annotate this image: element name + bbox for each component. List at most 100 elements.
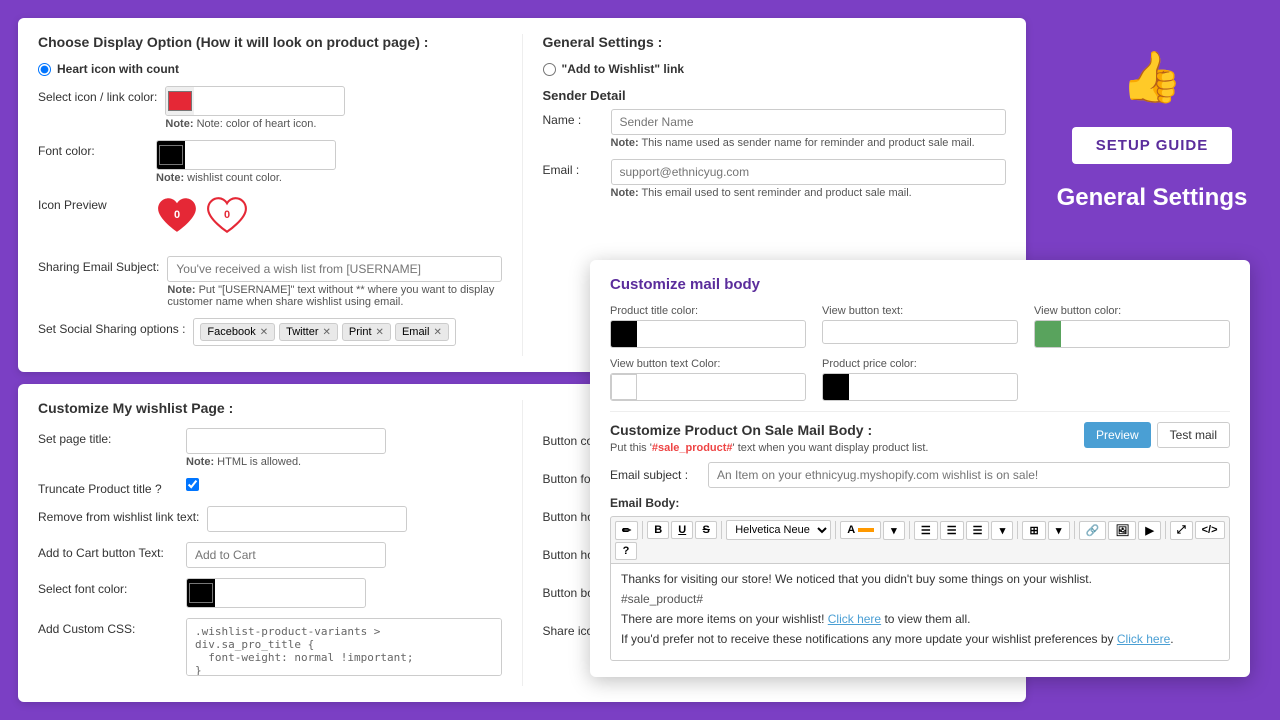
add-cart-label: Add to Cart button Text: <box>38 542 178 560</box>
view-button-text-color-label: View button text Color: <box>610 358 806 370</box>
toolbar-eraser-btn[interactable]: ✏ <box>615 521 638 540</box>
toolbar-align-arrow[interactable]: ▾ <box>991 521 1013 540</box>
toolbar-strikethrough-btn[interactable]: S <box>695 521 717 539</box>
color-fields-row-2: View button text Color: #ffffff Product … <box>610 358 1230 401</box>
view-button-text-input[interactable]: view <box>822 320 1018 344</box>
select-font-color-label: Select font color: <box>38 578 178 596</box>
toolbar-bold-btn[interactable]: B <box>647 521 669 539</box>
product-title-color-text[interactable]: #000000 <box>637 323 805 345</box>
tag-print[interactable]: Print ✕ <box>342 323 391 341</box>
icon-color-input[interactable]: #e52836 <box>165 86 345 116</box>
overlay-title: Customize mail body <box>610 276 1230 293</box>
truncate-row: Truncate Product title ? <box>38 478 502 496</box>
sender-name-row: Name : Note: This name used as sender na… <box>543 109 1007 149</box>
view-button-text-color-input[interactable]: #ffffff <box>610 373 806 401</box>
tag-twitter[interactable]: Twitter ✕ <box>279 323 338 341</box>
toolbar-sep-6 <box>1074 521 1075 539</box>
editor-body[interactable]: Thanks for visiting our store! We notice… <box>610 563 1230 661</box>
toolbar-help-btn[interactable]: ? <box>615 542 637 560</box>
toolbar-list-ol-btn[interactable]: ☰ <box>940 521 964 540</box>
product-title-color-label: Product title color: <box>610 305 806 317</box>
customize-mail-overlay: Customize mail body Product title color:… <box>590 260 1250 677</box>
setup-guide-button[interactable]: SETUP GUIDE <box>1072 127 1232 164</box>
remove-link-input[interactable]: Remove from Wishlist <box>207 506 407 532</box>
add-to-wishlist-radio[interactable] <box>543 63 556 76</box>
truncate-checkbox[interactable] <box>186 478 199 491</box>
editor-line-4: If you'd prefer not to receive these not… <box>621 632 1219 646</box>
email-subject-group: Note: Put "[USERNAME]" text without ** w… <box>167 256 501 308</box>
toolbar-font-color-arrow[interactable]: ▾ <box>883 521 905 540</box>
font-color-swatch[interactable] <box>157 141 185 169</box>
tag-email[interactable]: Email ✕ <box>395 323 449 341</box>
sale-product-tag: #sale_product# <box>652 442 733 454</box>
view-button-color-swatch[interactable] <box>1035 321 1061 347</box>
toolbar-video-btn[interactable]: ▶ <box>1138 521 1160 540</box>
select-font-color-text[interactable]: #000000 <box>215 582 366 604</box>
icon-color-text[interactable]: #e52836 <box>194 90 345 112</box>
toolbar-font-color-btn[interactable]: A <box>840 521 881 539</box>
heart-outline-icon: 0 <box>206 194 248 236</box>
toolbar-font-select[interactable]: Helvetica Neue <box>726 520 831 540</box>
product-price-color-input[interactable]: #000000 <box>822 373 1018 401</box>
page-title-note: Note: HTML is allowed. <box>186 456 502 468</box>
font-color-input[interactable]: #000000 <box>156 140 336 170</box>
select-font-color-swatch[interactable] <box>187 579 215 607</box>
toolbar-image-btn[interactable]: 🖼 <box>1108 521 1136 540</box>
toolbar-code-btn[interactable]: </> <box>1195 521 1225 539</box>
email-subject-input[interactable] <box>167 256 501 282</box>
sender-email-label: Email : <box>543 159 603 177</box>
add-to-wishlist-radio-row[interactable]: "Add to Wishlist" link <box>543 62 1007 76</box>
add-cart-input[interactable] <box>186 542 386 568</box>
tag-facebook-remove[interactable]: ✕ <box>260 327 268 338</box>
toolbar-table-arrow[interactable]: ▾ <box>1048 521 1070 540</box>
toolbar-sep-4 <box>909 521 910 539</box>
sender-name-input[interactable] <box>611 109 1007 135</box>
icon-color-group: #e52836 Note: Note: color of heart icon. <box>165 86 501 130</box>
toolbar-list-ul-btn[interactable]: ☰ <box>914 521 938 540</box>
font-color-group: #000000 Note: wishlist count color. <box>156 140 502 184</box>
toolbar-underline-btn[interactable]: U <box>671 521 693 539</box>
select-font-color-input[interactable]: #000000 <box>186 578 366 608</box>
click-here-link-2[interactable]: Click here <box>1117 632 1170 646</box>
sale-mail-section: Customize Product On Sale Mail Body : Pu… <box>610 411 1230 661</box>
icon-color-label: Select icon / link color: <box>38 86 157 104</box>
heart-icon-radio-row[interactable]: Heart icon with count <box>38 62 502 76</box>
icon-color-swatch[interactable] <box>166 87 194 115</box>
sender-email-input[interactable] <box>611 159 1007 185</box>
view-button-color-label: View button color: <box>1034 305 1230 317</box>
click-here-link-1[interactable]: Click here <box>828 612 881 626</box>
sale-email-subject-input[interactable] <box>708 462 1230 488</box>
toolbar-table-btn[interactable]: ⊞ <box>1022 521 1045 540</box>
editor-line-3: There are more items on your wishlist! C… <box>621 612 1219 626</box>
page-title-input[interactable]: My Wishlist <box>186 428 386 454</box>
sale-email-subject-row: Email subject : <box>610 462 1230 488</box>
toolbar-sep-1 <box>642 521 643 539</box>
sale-mail-title: Customize Product On Sale Mail Body : <box>610 422 928 438</box>
view-button-text-color-text[interactable]: #ffffff <box>637 376 805 398</box>
heart-icon-radio[interactable] <box>38 63 51 76</box>
toolbar-sep-3 <box>835 521 836 539</box>
tag-email-remove[interactable]: ✕ <box>433 327 441 338</box>
product-title-color-swatch[interactable] <box>611 321 637 347</box>
heart-filled-icon: 0 <box>156 194 198 236</box>
toolbar-align-btn[interactable]: ☰ <box>966 521 990 540</box>
preview-button[interactable]: Preview <box>1084 422 1151 448</box>
tag-facebook[interactable]: Facebook ✕ <box>200 323 275 341</box>
view-button-text-color-swatch[interactable] <box>611 374 637 400</box>
font-color-text[interactable]: #000000 <box>185 144 336 166</box>
custom-css-input[interactable]: .wishlist-product-variants > div.sa_pro_… <box>186 618 502 676</box>
test-mail-button[interactable]: Test mail <box>1157 422 1230 448</box>
product-price-color-swatch[interactable] <box>823 374 849 400</box>
editor-toolbar: ✏ B U S Helvetica Neue A ▾ ☰ ☰ ☰ ▾ ⊞ ▾ <box>610 516 1230 563</box>
tag-twitter-remove[interactable]: ✕ <box>323 327 331 338</box>
view-button-color-text[interactable]: #59a35d <box>1061 323 1229 345</box>
font-color-note: Note: wishlist count color. <box>156 172 502 184</box>
social-sharing-label: Set Social Sharing options : <box>38 318 185 336</box>
product-title-color-input[interactable]: #000000 <box>610 320 806 348</box>
product-price-color-text[interactable]: #000000 <box>849 376 1017 398</box>
view-button-color-group: View button color: #59a35d <box>1034 305 1230 348</box>
toolbar-fullscreen-btn[interactable]: ⤢ <box>1170 521 1193 540</box>
tag-print-remove[interactable]: ✕ <box>376 327 384 338</box>
view-button-color-input[interactable]: #59a35d <box>1034 320 1230 348</box>
toolbar-link-btn[interactable]: 🔗 <box>1079 521 1107 540</box>
